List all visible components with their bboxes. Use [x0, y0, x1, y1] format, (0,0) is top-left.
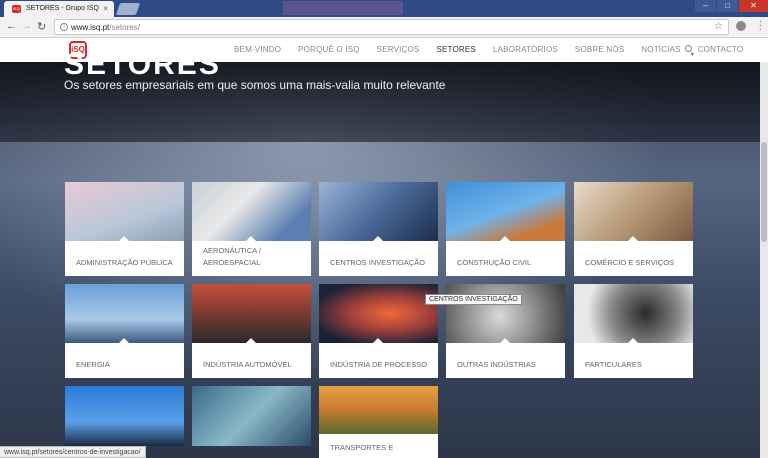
card-notch	[118, 236, 130, 242]
url-path: /setores/	[109, 23, 140, 32]
address-bar[interactable]: i www.isq.pt/setores/ ☆	[54, 19, 729, 35]
sector-card-particulares[interactable]: PARTICULARES	[574, 284, 693, 378]
card-notch	[499, 338, 511, 344]
card-notch	[499, 236, 511, 242]
card-notch	[627, 236, 639, 242]
nav-item-sobre-nos[interactable]: SOBRE NÓS	[575, 45, 624, 54]
search-icon[interactable]	[685, 45, 692, 52]
nav-item-bem-vindo[interactable]: BEM-VINDO	[234, 45, 281, 54]
nav-item-setores[interactable]: SETORES	[436, 45, 476, 54]
bookmark-star-icon[interactable]: ☆	[714, 21, 723, 32]
reload-icon[interactable]: ↻	[37, 20, 46, 33]
sector-label: AERONÁUTICA / AEROESPACIAL	[203, 246, 261, 267]
sector-card-saude[interactable]	[192, 386, 311, 446]
back-arrow-icon[interactable]: ←	[6, 20, 17, 32]
tooltip: CENTROS INVESTIGAÇÃO	[425, 294, 522, 305]
sector-card-industria-automovel[interactable]: INDÚSTRIA AUTOMÓVEL	[192, 284, 311, 378]
close-window-button[interactable]: ✕	[738, 0, 768, 12]
card-notch	[245, 338, 257, 344]
page-scrollbar[interactable]	[760, 62, 768, 458]
browser-tabstrip: iSQ SETORES - Grupo ISQ × – □ ✕	[0, 0, 768, 17]
sector-label: ADMINISTRAÇÃO PÚBLICA	[76, 258, 173, 267]
maximize-button[interactable]: □	[716, 0, 738, 12]
sector-card-aeronautica[interactable]: AERONÁUTICA / AEROESPACIAL	[192, 182, 311, 276]
minimize-button[interactable]: –	[694, 0, 716, 12]
new-tab-button[interactable]	[115, 3, 141, 15]
sector-image	[319, 182, 438, 241]
browser-tab[interactable]: iSQ SETORES - Grupo ISQ ×	[4, 1, 114, 17]
card-notch	[627, 338, 639, 344]
url-host: www.isq.pt	[71, 23, 110, 32]
sector-card-industria-processo[interactable]: INDÚSTRIA DE PROCESSO	[319, 284, 438, 378]
sector-card-petroleo[interactable]	[65, 386, 184, 446]
blurred-tab-region	[283, 1, 403, 15]
card-notch	[372, 236, 384, 242]
sector-image	[192, 182, 311, 241]
page-title: SETORES	[64, 48, 221, 81]
sector-card-transportes[interactable]: TRANSPORTES E	[319, 386, 438, 458]
sector-image	[65, 284, 184, 343]
sector-label: INDÚSTRIA AUTOMÓVEL	[203, 360, 292, 369]
nav-item-contacto[interactable]: CONTACTO	[698, 45, 744, 54]
sector-card-construcao-civil[interactable]: CONSTRUÇÃO CIVIL	[446, 182, 565, 276]
sector-image	[574, 182, 693, 241]
forward-arrow-icon[interactable]: →	[21, 20, 32, 32]
sector-card-energia[interactable]: ENERGIA	[65, 284, 184, 378]
page-subtitle: Os setores empresariais em que somos uma…	[64, 78, 446, 92]
sector-label: CENTROS INVESTIGAÇÃO	[330, 258, 426, 267]
sector-image	[192, 386, 311, 446]
tab-close-icon[interactable]: ×	[103, 4, 108, 13]
sector-image	[65, 182, 184, 241]
browser-toolbar: ← → ↻ i www.isq.pt/setores/ ☆ · · ·	[0, 17, 768, 38]
sector-image	[446, 182, 565, 241]
tab-title: SETORES - Grupo ISQ	[26, 5, 100, 12]
nav-item-laboratorios[interactable]: LABORATÓRIOS	[493, 45, 558, 54]
sector-label: INDÚSTRIA DE PROCESSO	[330, 360, 428, 369]
sector-label: TRANSPORTES E	[330, 443, 394, 452]
sector-label: OUTRAS INDÚSTRIAS	[457, 360, 536, 369]
sector-card-centros-investigacao[interactable]: CENTROS INVESTIGAÇÃO	[319, 182, 438, 276]
sector-image	[446, 284, 565, 343]
card-notch	[118, 338, 130, 344]
sector-image	[192, 284, 311, 343]
info-icon[interactable]: i	[60, 23, 68, 31]
sector-label: ENERGIA	[76, 360, 110, 369]
sector-image	[319, 284, 438, 343]
nav-item-servicos[interactable]: SERVIÇOS	[377, 45, 420, 54]
main-nav: BEM-VINDO PORQUÊ O ISQ SERVIÇOS SETORES …	[234, 45, 760, 54]
window-controls: – □ ✕	[694, 0, 768, 12]
sector-label: PARTICULARES	[585, 360, 642, 369]
sector-card-administracao-publica[interactable]: ADMINISTRAÇÃO PÚBLICA	[65, 182, 184, 276]
card-notch	[245, 236, 257, 242]
favicon-icon: iSQ	[12, 5, 21, 13]
sector-label: COMÉRCIO E SERVIÇOS	[585, 258, 675, 267]
nav-item-porque-o-isq[interactable]: PORQUÊ O ISQ	[298, 45, 360, 54]
hero-overlay: SETORES Os setores empresariais em que s…	[0, 48, 768, 142]
status-bar-url: www.isq.pt/setores/centros-de-investigac…	[0, 446, 146, 458]
sector-image	[65, 386, 184, 446]
scrollbar-thumb[interactable]	[761, 142, 767, 242]
nav-item-noticias[interactable]: NOTÍCIAS	[641, 45, 680, 54]
menu-dots-icon[interactable]: · · ·	[759, 17, 762, 35]
extension-icon[interactable]	[736, 21, 746, 31]
card-notch	[372, 338, 384, 344]
sector-image	[319, 386, 438, 434]
sector-label: CONSTRUÇÃO CIVIL	[457, 258, 532, 267]
sector-image	[574, 284, 693, 343]
sector-card-comercio-servicos[interactable]: COMÉRCIO E SERVIÇOS	[574, 182, 693, 276]
